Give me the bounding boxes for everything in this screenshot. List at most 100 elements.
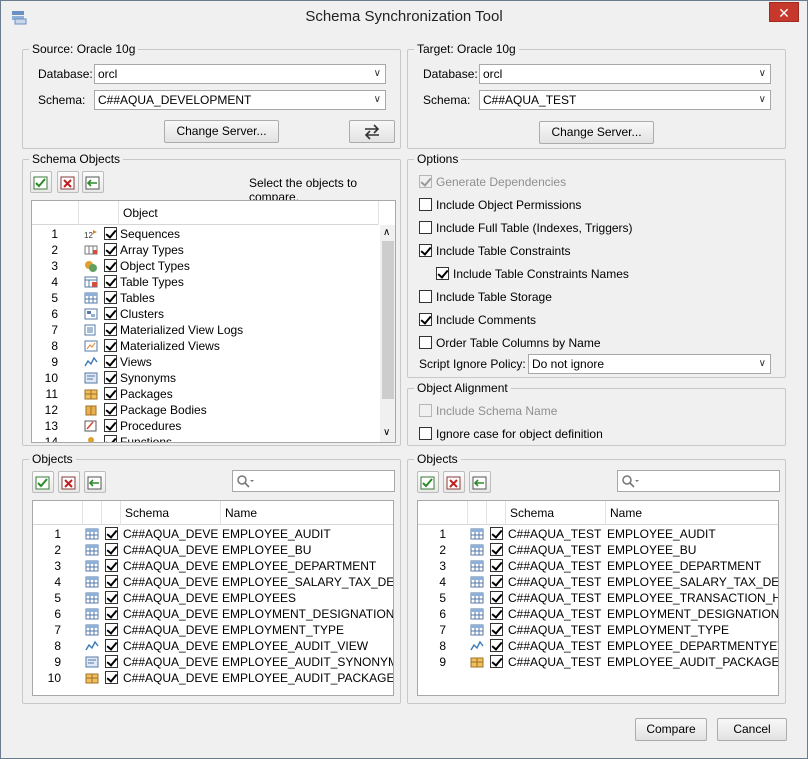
target-change-server-button[interactable]: Change Server...	[539, 121, 654, 144]
list-item[interactable]: 6 Clusters	[32, 306, 379, 322]
table-row[interactable]: 7 C##AQUA_DEVE... EMPLOYMENT_TYPE	[33, 622, 393, 638]
name-column-header[interactable]: Name	[606, 501, 778, 525]
list-item[interactable]: 14 Functions	[32, 434, 379, 442]
check-all-button[interactable]	[30, 171, 52, 193]
target-database-combo[interactable]: orcl ∨	[479, 64, 771, 84]
table-row[interactable]: 5 C##AQUA_DEVE... EMPLOYEES	[33, 590, 393, 606]
table-row[interactable]: 5 C##AQUA_TEST EMPLOYEE_TRANSACTION_HIST..…	[418, 590, 778, 606]
object-checkbox[interactable]	[104, 371, 117, 384]
right-search-input[interactable]	[617, 470, 780, 492]
schema-column-header[interactable]: Schema	[506, 501, 606, 525]
left-search-input[interactable]	[232, 470, 395, 492]
table-row[interactable]: 1 C##AQUA_DEVE... EMPLOYEE_AUDIT	[33, 526, 393, 542]
table-row[interactable]: 3 C##AQUA_DEVE... EMPLOYEE_DEPARTMENT	[33, 558, 393, 574]
scroll-up-icon[interactable]: ∧	[383, 227, 390, 238]
table-row[interactable]: 2 C##AQUA_TEST EMPLOYEE_BU	[418, 542, 778, 558]
option-checkbox[interactable]	[419, 290, 432, 303]
table-row[interactable]: 4 C##AQUA_TEST EMPLOYEE_SALARY_TAX_DETAILS	[418, 574, 778, 590]
table-row[interactable]: 3 C##AQUA_TEST EMPLOYEE_DEPARTMENT	[418, 558, 778, 574]
compare-button[interactable]: Compare	[635, 718, 707, 741]
schema-column-header[interactable]: Schema	[121, 501, 221, 525]
source-schema-combo[interactable]: C##AQUA_DEVELOPMENT ∨	[94, 90, 386, 110]
row-checkbox[interactable]	[490, 575, 503, 588]
left-check-all-button[interactable]	[32, 471, 54, 493]
list-item[interactable]: 13 Procedures	[32, 418, 379, 434]
object-checkbox[interactable]	[104, 227, 117, 240]
row-checkbox[interactable]	[490, 623, 503, 636]
right-check-all-button[interactable]	[417, 471, 439, 493]
table-row[interactable]: 7 C##AQUA_TEST EMPLOYMENT_TYPE	[418, 622, 778, 638]
table-row[interactable]: 1 C##AQUA_TEST EMPLOYEE_AUDIT	[418, 526, 778, 542]
option-checkbox[interactable]	[419, 221, 432, 234]
row-checkbox[interactable]	[490, 655, 503, 668]
row-checkbox[interactable]	[105, 607, 118, 620]
uncheck-all-button[interactable]	[57, 171, 79, 193]
list-item[interactable]: 3 Object Types	[32, 258, 379, 274]
swap-button[interactable]	[349, 120, 395, 143]
schema-objects-scrollbar[interactable]: ∧ ∨	[380, 225, 395, 442]
list-item[interactable]: 7 Materialized View Logs	[32, 322, 379, 338]
ignore-policy-combo[interactable]: Do not ignore ∨	[528, 354, 771, 374]
table-row[interactable]: 6 C##AQUA_DEVE... EMPLOYMENT_DESIGNATION	[33, 606, 393, 622]
table-row[interactable]: 9 C##AQUA_DEVE... EMPLOYEE_AUDIT_SYNONYM	[33, 654, 393, 670]
row-checkbox[interactable]	[105, 591, 118, 604]
table-row[interactable]: 8 C##AQUA_TEST EMPLOYEE_DEPARTMENTYET	[418, 638, 778, 654]
invert-selection-button[interactable]	[82, 171, 104, 193]
ignore-case-checkbox[interactable]	[419, 427, 432, 440]
option-checkbox[interactable]	[419, 198, 432, 211]
table-row[interactable]: 10 C##AQUA_DEVE... EMPLOYEE_AUDIT_PACKAGE	[33, 670, 393, 686]
right-invert-selection-button[interactable]	[469, 471, 491, 493]
object-checkbox[interactable]	[104, 243, 117, 256]
row-checkbox[interactable]	[105, 639, 118, 652]
list-item[interactable]: 5 Tables	[32, 290, 379, 306]
object-checkbox[interactable]	[104, 339, 117, 352]
option-checkbox[interactable]	[436, 267, 449, 280]
object-checkbox[interactable]	[104, 291, 117, 304]
list-item[interactable]: 2 Array Types	[32, 242, 379, 258]
object-column-header[interactable]: Object	[119, 201, 379, 225]
target-schema-combo[interactable]: C##AQUA_TEST ∨	[479, 90, 771, 110]
left-invert-selection-button[interactable]	[84, 471, 106, 493]
left-uncheck-all-button[interactable]	[58, 471, 80, 493]
table-row[interactable]: 2 C##AQUA_DEVE... EMPLOYEE_BU	[33, 542, 393, 558]
name-column-header[interactable]: Name	[221, 501, 393, 525]
option-checkbox[interactable]	[419, 244, 432, 257]
row-checkbox[interactable]	[490, 527, 503, 540]
close-button[interactable]: ✕	[769, 2, 799, 22]
list-item[interactable]: 4 Table Types	[32, 274, 379, 290]
row-checkbox[interactable]	[105, 655, 118, 668]
object-checkbox[interactable]	[104, 323, 117, 336]
right-uncheck-all-button[interactable]	[443, 471, 465, 493]
row-checkbox[interactable]	[490, 559, 503, 572]
object-checkbox[interactable]	[104, 259, 117, 272]
include-schema-name-checkbox[interactable]	[419, 404, 432, 417]
row-checkbox[interactable]	[105, 623, 118, 636]
object-checkbox[interactable]	[104, 435, 117, 442]
row-checkbox[interactable]	[105, 671, 118, 684]
list-item[interactable]: 11 Packages	[32, 386, 379, 402]
object-checkbox[interactable]	[104, 419, 117, 432]
row-checkbox[interactable]	[105, 543, 118, 556]
list-item[interactable]: 9 Views	[32, 354, 379, 370]
object-checkbox[interactable]	[104, 387, 117, 400]
object-checkbox[interactable]	[104, 403, 117, 416]
object-checkbox[interactable]	[104, 355, 117, 368]
list-item[interactable]: 12 Package Bodies	[32, 402, 379, 418]
source-change-server-button[interactable]: Change Server...	[164, 120, 279, 143]
cancel-button[interactable]: Cancel	[717, 718, 787, 741]
list-item[interactable]: 8 Materialized Views	[32, 338, 379, 354]
scrollbar-thumb[interactable]	[382, 241, 394, 399]
table-row[interactable]: 9 C##AQUA_TEST EMPLOYEE_AUDIT_PACKAGE	[418, 654, 778, 670]
row-checkbox[interactable]	[490, 607, 503, 620]
list-item[interactable]: 1 12 Sequences	[32, 226, 379, 242]
object-checkbox[interactable]	[104, 307, 117, 320]
row-checkbox[interactable]	[105, 527, 118, 540]
object-checkbox[interactable]	[104, 275, 117, 288]
table-row[interactable]: 8 C##AQUA_DEVE... EMPLOYEE_AUDIT_VIEW	[33, 638, 393, 654]
scroll-down-icon[interactable]: ∨	[383, 427, 390, 438]
table-row[interactable]: 4 C##AQUA_DEVE...EMPLOYEE_SALARY_TAX_DETA…	[33, 574, 393, 590]
row-checkbox[interactable]	[105, 575, 118, 588]
source-database-combo[interactable]: orcl ∨	[94, 64, 386, 84]
option-checkbox[interactable]	[419, 336, 432, 349]
row-checkbox[interactable]	[105, 559, 118, 572]
